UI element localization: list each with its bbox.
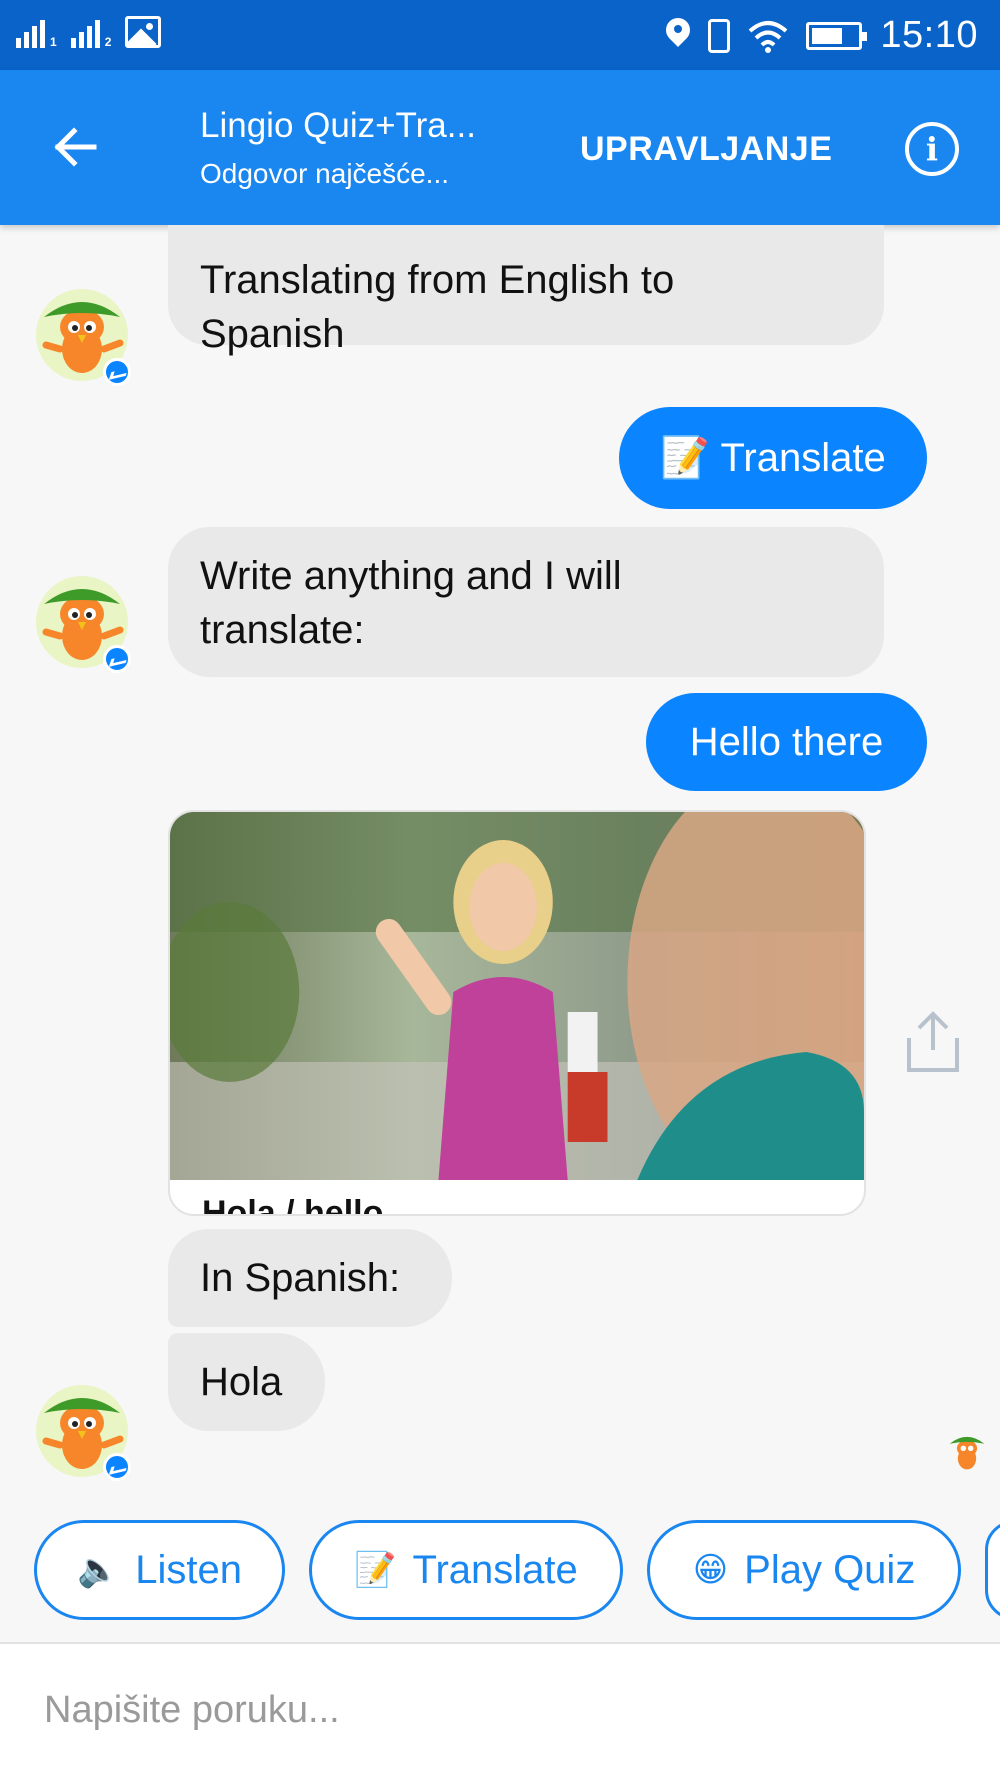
quick-reply-listen[interactable]: 🔈 Listen	[34, 1520, 285, 1620]
bot-message: In Spanish:	[168, 1229, 452, 1327]
read-receipt-avatar	[949, 1436, 985, 1470]
conversation-subtitle: Odgovor najčešće...	[200, 158, 450, 189]
messenger-badge-icon	[103, 358, 131, 386]
quick-reply-label: Translate	[412, 1547, 578, 1592]
message-line: Write anything and I will	[200, 554, 622, 598]
memo-icon: 📝	[354, 1551, 397, 1589]
wifi-icon	[749, 20, 788, 53]
bot-message: Translating from English to Spanish	[168, 225, 884, 356]
card-caption: Hola / hello	[202, 1194, 384, 1216]
messenger-badge-icon	[103, 1453, 131, 1481]
grin-icon: 😁	[692, 1551, 729, 1589]
info-icon[interactable]: i	[905, 122, 959, 176]
conversation-title: Lingio Quiz+Tra...	[200, 106, 476, 145]
sim2-label: 2	[104, 35, 112, 49]
quick-reply-label: Play Quiz	[744, 1547, 916, 1592]
quick-reply-label: Listen	[135, 1547, 243, 1592]
quick-replies: 🔈 Listen 📝 Translate 😁 Play Quiz	[0, 1520, 1000, 1620]
bot-message: Hola	[168, 1333, 325, 1431]
manage-button[interactable]: UPRAVLJANJE	[580, 130, 832, 169]
signal-sim2-icon: 2	[70, 14, 112, 49]
card-photo	[170, 812, 864, 1192]
share-icon[interactable]	[905, 1010, 961, 1074]
bot-message: Write anything and I will translate:	[168, 527, 884, 677]
messenger-badge-icon	[103, 645, 131, 673]
user-message: Hello there	[646, 693, 927, 791]
back-arrow-icon[interactable]	[50, 122, 100, 172]
conversation-header[interactable]: Lingio Quiz+Tra... Odgovor najčešće...	[200, 106, 476, 190]
message-line: translate:	[200, 608, 365, 652]
quick-reply-translate[interactable]: 📝 Translate	[309, 1520, 623, 1620]
vibrate-icon	[708, 18, 731, 53]
message-line: Spanish	[200, 312, 345, 356]
quick-reply-play-quiz[interactable]: 😁 Play Quiz	[647, 1520, 961, 1620]
gallery-notification-icon	[125, 16, 162, 48]
status-bar: 1 2 15:10	[0, 0, 1000, 70]
user-message: 📝 Translate	[619, 407, 927, 509]
location-icon	[666, 18, 690, 54]
speaker-icon: 🔈	[76, 1551, 120, 1589]
sim1-label: 1	[50, 35, 57, 49]
clock: 15:10	[880, 14, 978, 56]
message-line: Translating from English to	[200, 258, 675, 302]
composer	[0, 1644, 1000, 1777]
battery-icon	[806, 21, 868, 50]
quick-reply-more[interactable]	[985, 1520, 1000, 1620]
translation-card[interactable]: Hola / hello	[168, 810, 866, 1216]
signal-sim1-icon: 1	[16, 14, 57, 48]
app-bar: Lingio Quiz+Tra... Odgovor najčešće... U…	[0, 70, 1000, 225]
message-input[interactable]	[0, 1644, 1000, 1777]
message-list[interactable]: Translating from English to Spanish 📝 Tr…	[0, 225, 1000, 1510]
